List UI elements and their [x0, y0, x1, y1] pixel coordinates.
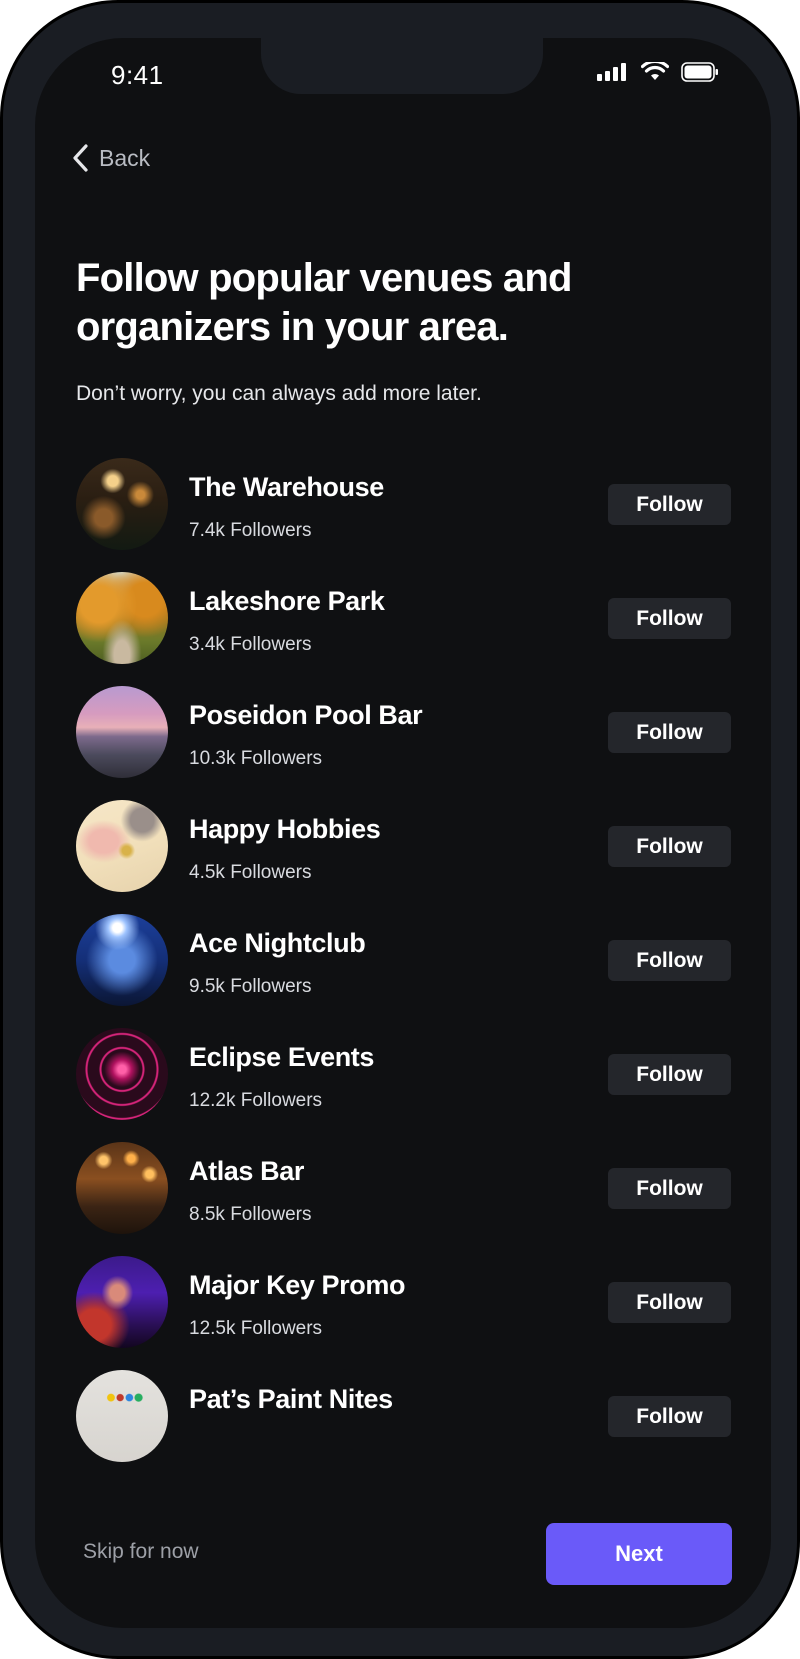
next-button[interactable]: Next	[546, 1523, 732, 1585]
organizer-name: Happy Hobbies	[189, 814, 381, 844]
list-item[interactable]: The Warehouse 7.4k Followers Follow	[35, 458, 771, 578]
neon-tunnel-photo	[76, 1028, 168, 1120]
follow-button[interactable]: Follow	[608, 1282, 731, 1323]
chevron-left-icon	[73, 144, 88, 172]
bar-interior-photo	[76, 458, 168, 550]
restaurant-bar-photo	[76, 1142, 168, 1234]
follower-count: 3.4k Followers	[189, 634, 312, 655]
list-item[interactable]: Eclipse Events 12.2k Followers Follow	[35, 1028, 771, 1148]
organizer-name: Eclipse Events	[189, 1042, 374, 1072]
list-item[interactable]: Atlas Bar 8.5k Followers Follow	[35, 1142, 771, 1262]
app-screen: 9:41 Back Follow popular venues and orga…	[35, 38, 771, 1628]
organizer-name: Pat’s Paint Nites	[189, 1384, 393, 1414]
paint-palette-photo	[76, 1370, 168, 1462]
list-item[interactable]: Major Key Promo 12.5k Followers Follow	[35, 1256, 771, 1376]
organizer-name: Lakeshore Park	[189, 586, 385, 616]
follower-count: 8.5k Followers	[189, 1204, 312, 1225]
follower-count: 4.5k Followers	[189, 862, 312, 883]
phone-frame: 9:41 Back Follow popular venues and orga…	[0, 0, 800, 1659]
device-notch	[261, 38, 543, 94]
follow-button[interactable]: Follow	[608, 598, 731, 639]
organizer-name: Poseidon Pool Bar	[189, 700, 423, 730]
follow-button[interactable]: Follow	[608, 1168, 731, 1209]
list-item[interactable]: Lakeshore Park 3.4k Followers Follow	[35, 572, 771, 692]
back-button[interactable]: Back	[71, 144, 150, 172]
dj-purple-light-photo	[76, 1256, 168, 1348]
organizer-name: Ace Nightclub	[189, 928, 366, 958]
list-item[interactable]: Happy Hobbies 4.5k Followers Follow	[35, 800, 771, 920]
follow-button[interactable]: Follow	[608, 826, 731, 867]
follow-button[interactable]: Follow	[608, 1054, 731, 1095]
follow-button[interactable]: Follow	[608, 484, 731, 525]
organizer-name: Major Key Promo	[189, 1270, 406, 1300]
page-title: Follow popular venues and organizers in …	[76, 256, 572, 349]
follow-button[interactable]: Follow	[608, 712, 731, 753]
nightclub-fog-photo	[76, 914, 168, 1006]
follower-count: 7.4k Followers	[189, 520, 312, 541]
battery-icon	[681, 62, 718, 82]
status-time: 9:41	[111, 60, 164, 90]
follower-count: 12.2k Followers	[189, 1090, 323, 1111]
follower-count: 10.3k Followers	[189, 748, 323, 769]
organizer-name: The Warehouse	[189, 472, 384, 502]
list-item[interactable]: Ace Nightclub 9.5k Followers Follow	[35, 914, 771, 1034]
skip-for-now-link[interactable]: Skip for now	[83, 1540, 199, 1564]
page-subtitle: Don’t worry, you can always add more lat…	[76, 382, 482, 405]
crafts-table-photo	[76, 800, 168, 892]
organizer-name: Atlas Bar	[189, 1156, 304, 1186]
back-label: Back	[99, 144, 151, 171]
signal-icon	[597, 63, 626, 81]
organizer-list[interactable]: The Warehouse 7.4k Followers Follow Lake…	[35, 458, 771, 1523]
wifi-icon	[641, 62, 669, 80]
follower-count: 12.5k Followers	[189, 1318, 323, 1339]
follower-count: 9.5k Followers	[189, 976, 312, 997]
status-icons	[597, 62, 719, 82]
follow-button[interactable]: Follow	[608, 940, 731, 981]
follow-button[interactable]: Follow	[608, 1396, 731, 1437]
sunset-pool-photo	[76, 686, 168, 778]
list-item[interactable]: Poseidon Pool Bar 10.3k Followers Follow	[35, 686, 771, 806]
autumn-park-photo	[76, 572, 168, 664]
list-item[interactable]: Pat’s Paint Nites Follow	[35, 1370, 771, 1490]
